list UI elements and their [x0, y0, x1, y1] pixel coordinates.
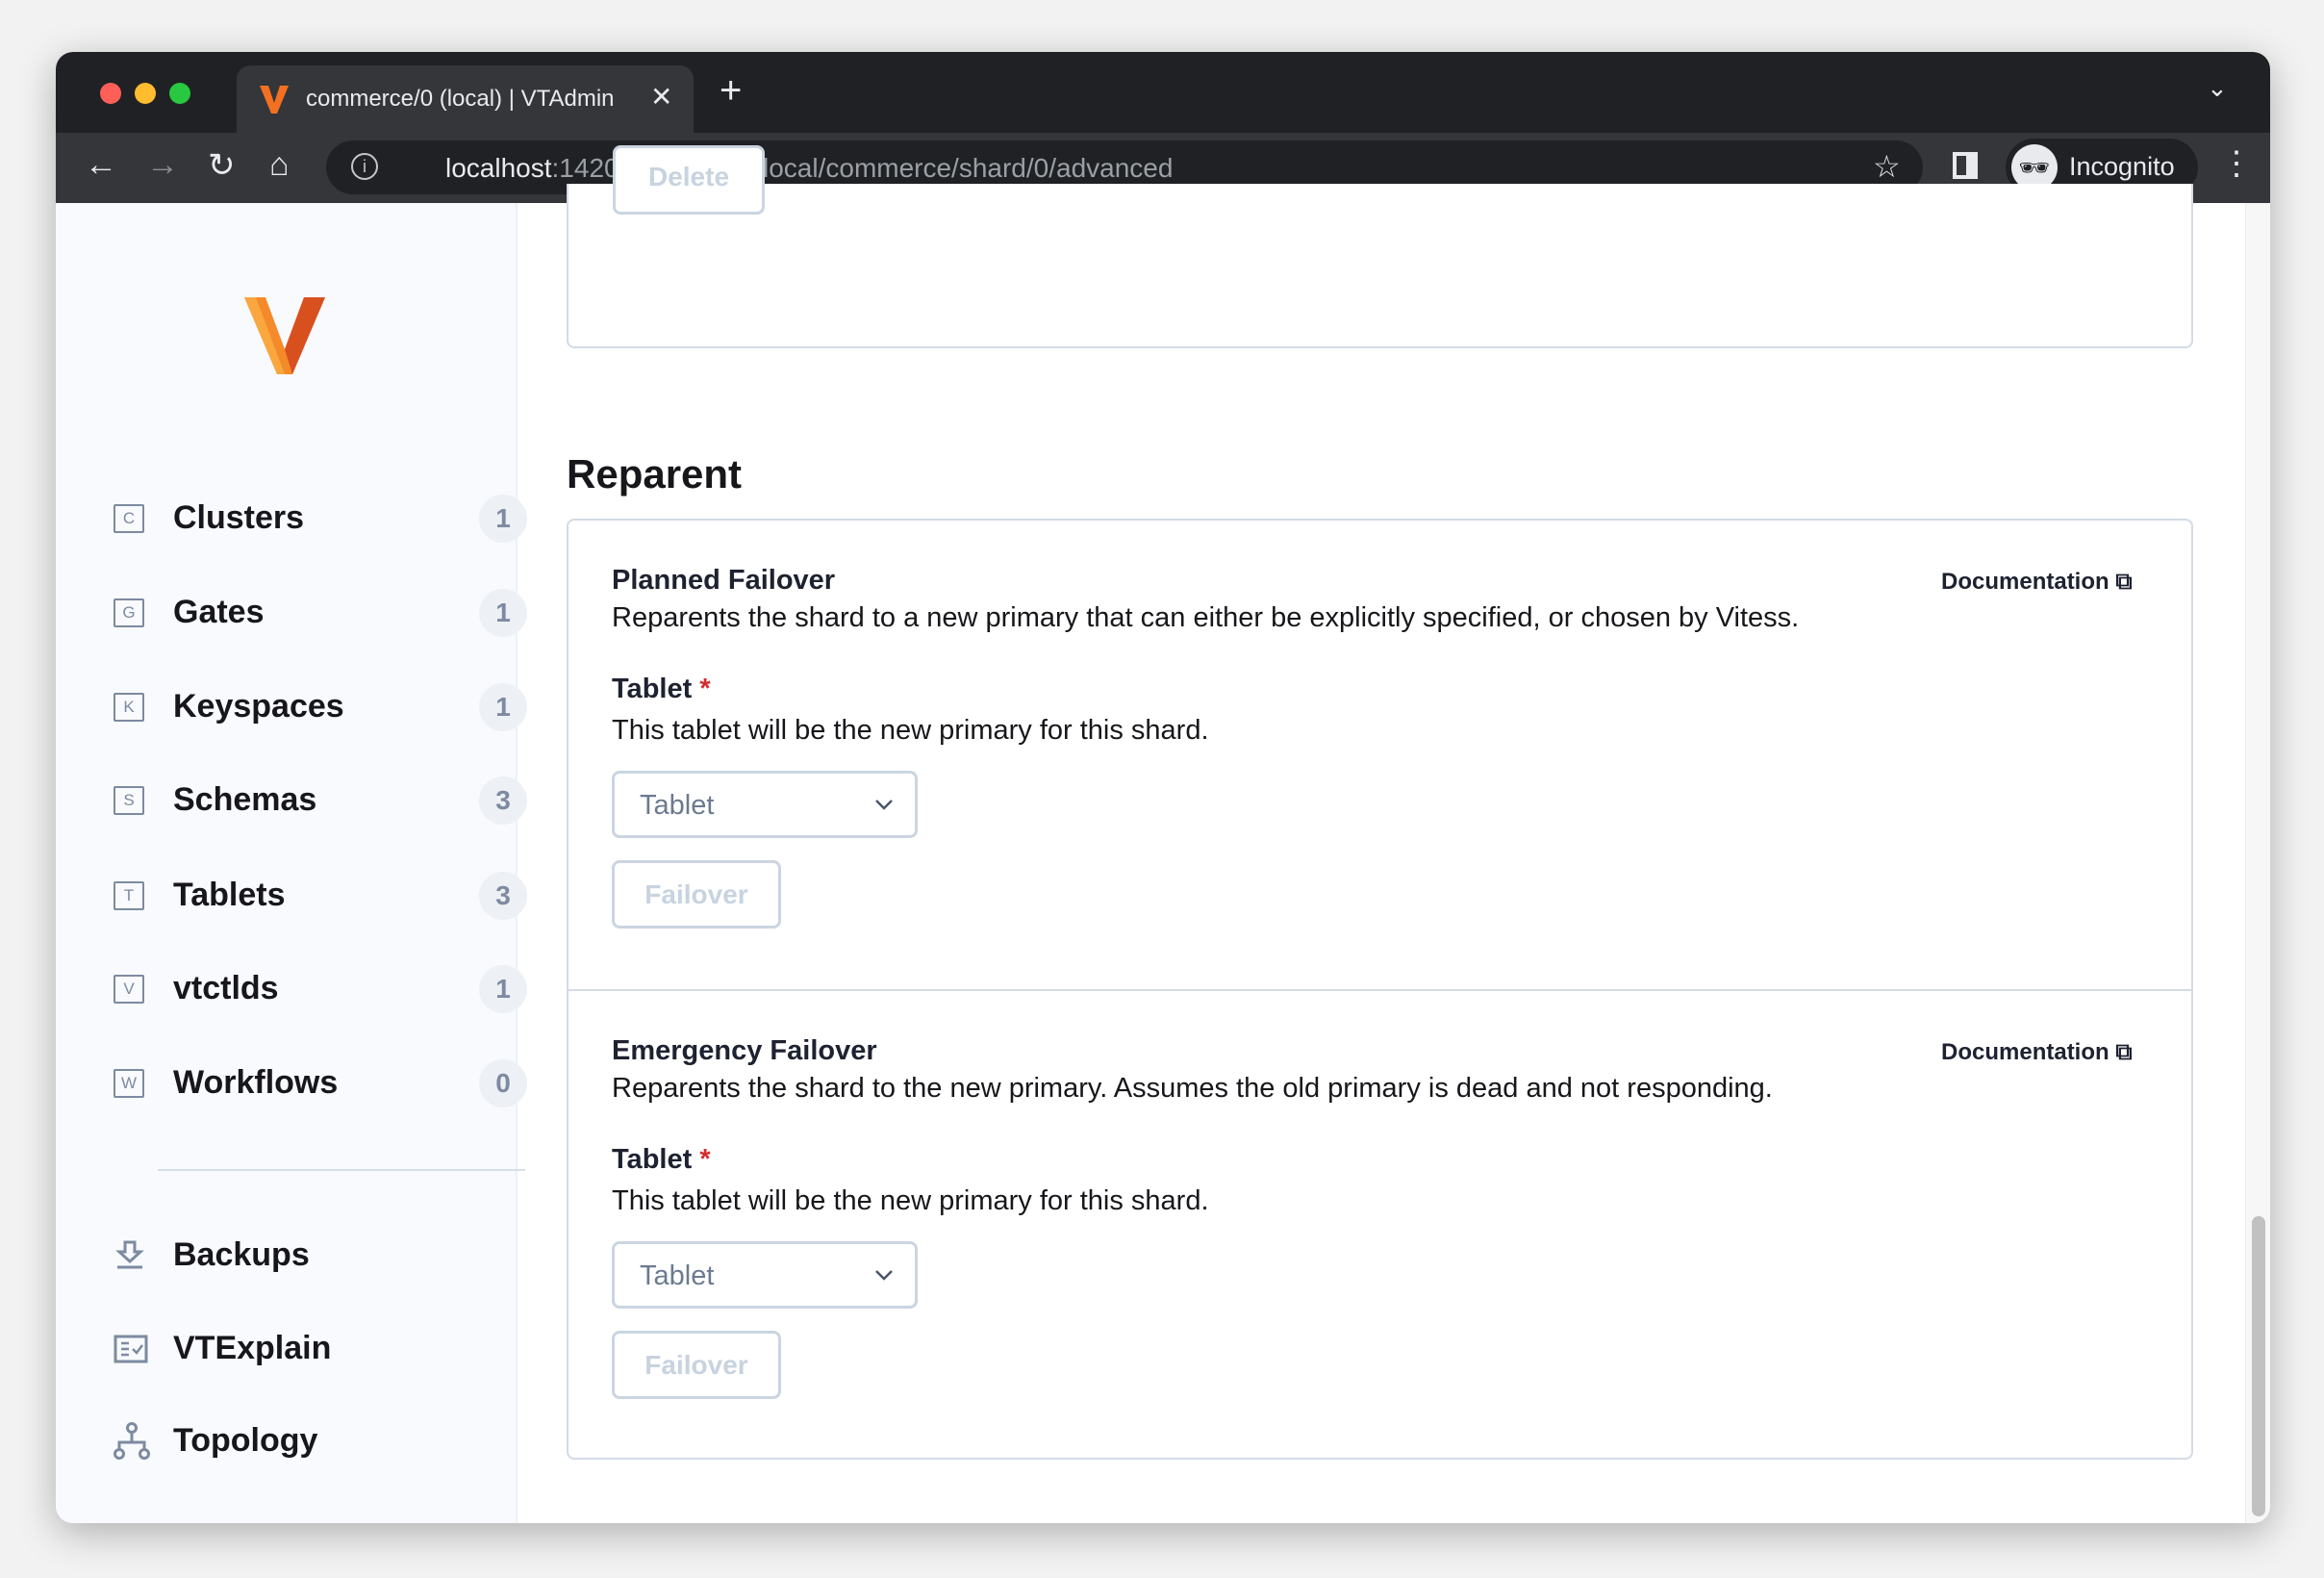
sidebar: C Clusters 1 G Gates 1 K Keyspaces 1 S S…	[56, 203, 527, 1523]
home-icon[interactable]: ⌂	[269, 146, 290, 184]
sidebar-divider	[158, 1169, 525, 1171]
tablet-field-help: This tablet will be the new primary for …	[612, 715, 1209, 746]
planned-tablet-select[interactable]: Tablet	[612, 771, 918, 838]
minimize-window-button[interactable]	[135, 83, 156, 104]
sidebar-item-label: Tablets	[173, 877, 286, 913]
url-text[interactable]: localhost:14201/keyspace/local/commerce/…	[445, 153, 1173, 184]
browser-menu-icon[interactable]: ⋮	[2220, 144, 2253, 183]
maximize-window-button[interactable]	[169, 83, 190, 104]
topology-icon	[114, 1422, 150, 1460]
emergency-tablet-select[interactable]: Tablet	[612, 1241, 918, 1309]
tab-title: commerce/0 (local) | VTAdmin	[306, 86, 615, 112]
sidebar-item-label: vtctlds	[173, 970, 279, 1006]
tab-strip: commerce/0 (local) | VTAdmin ✕ + ⌄	[56, 52, 2270, 133]
tablet-field-help: This tablet will be the new primary for …	[612, 1185, 1209, 1216]
sidebar-item-label: Workflows	[173, 1064, 339, 1101]
emergency-failover-description: Reparents the shard to the new primary. …	[612, 1073, 1773, 1104]
back-icon[interactable]: ←	[85, 146, 117, 184]
sidebar-item-vtctlds[interactable]: V vtctlds 1	[114, 960, 527, 1018]
count-badge: 3	[479, 776, 527, 825]
sidebar-item-label: Clusters	[173, 499, 305, 536]
reload-icon[interactable]: ↻	[208, 146, 236, 185]
bookmark-star-icon[interactable]: ☆	[1873, 148, 1901, 185]
select-placeholder: Tablet	[640, 790, 715, 821]
chevron-down-icon	[875, 800, 893, 810]
card-divider	[568, 989, 2191, 991]
planned-failover-title: Planned Failover	[612, 565, 836, 596]
reparent-card: Planned Failover Documentation ⧉ Reparen…	[567, 519, 2193, 1460]
tablet-field-label: Tablet *	[612, 1144, 711, 1176]
new-tab-icon[interactable]: +	[720, 71, 742, 110]
browser-window: commerce/0 (local) | VTAdmin ✕ + ⌄ ← → ↻…	[56, 52, 2270, 1523]
tablets-icon: T	[114, 881, 144, 910]
sidebar-item-label: Keyspaces	[173, 688, 344, 725]
workflows-icon: W	[114, 1069, 144, 1098]
planned-failover-button[interactable]: Failover	[612, 860, 781, 929]
tab-search-chevron-icon[interactable]: ⌄	[2207, 73, 2228, 103]
keyspaces-icon: K	[114, 693, 144, 722]
previous-card: Delete	[567, 145, 2193, 348]
vitess-favicon-icon	[260, 86, 289, 114]
sidebar-item-vtexplain[interactable]: VTExplain	[114, 1320, 527, 1378]
sidebar-item-keyspaces[interactable]: K Keyspaces 1	[114, 678, 527, 736]
scrollbar-track[interactable]	[2245, 203, 2270, 1523]
external-link-icon: ⧉	[2115, 1039, 2133, 1065]
count-badge: 0	[479, 1059, 527, 1107]
sidebar-item-gates[interactable]: G Gates 1	[114, 584, 527, 642]
select-placeholder: Tablet	[640, 1260, 715, 1291]
clusters-icon: C	[114, 504, 144, 533]
sidebar-item-label: Backups	[173, 1236, 310, 1273]
count-badge: 1	[479, 683, 527, 731]
profile-label: Incognito	[2069, 152, 2175, 181]
page-content: C Clusters 1 G Gates 1 K Keyspaces 1 S S…	[56, 145, 2270, 1523]
tab-close-icon[interactable]: ✕	[650, 81, 672, 113]
delete-button[interactable]: Delete	[613, 145, 765, 215]
planned-failover-documentation-link[interactable]: Documentation ⧉	[1941, 569, 2132, 596]
tablet-label: Tablet	[612, 1144, 693, 1175]
emergency-failover-button[interactable]: Failover	[612, 1331, 781, 1399]
sidebar-item-clusters[interactable]: C Clusters 1	[114, 490, 527, 547]
vtctlds-icon: V	[114, 975, 144, 1004]
required-asterisk: *	[699, 674, 711, 704]
planned-failover-description: Reparents the shard to a new primary tha…	[612, 602, 1800, 633]
sidebar-item-label: Gates	[173, 594, 265, 630]
sidebar-item-label: VTExplain	[173, 1330, 332, 1366]
tablet-label: Tablet	[612, 674, 693, 704]
forward-icon[interactable]: →	[146, 146, 179, 184]
sidebar-item-label: Schemas	[173, 781, 317, 818]
vitess-logo[interactable]	[244, 297, 325, 374]
documentation-label: Documentation	[1941, 569, 2109, 595]
download-icon	[115, 1240, 144, 1269]
required-asterisk: *	[699, 1144, 711, 1175]
schemas-icon: S	[114, 786, 144, 815]
delete-button-label: Delete	[647, 162, 730, 191]
count-badge: 1	[479, 589, 527, 637]
sidebar-item-schemas[interactable]: S Schemas 3	[114, 772, 527, 829]
emergency-failover-title: Emergency Failover	[612, 1035, 877, 1066]
section-title: Reparent	[567, 451, 743, 496]
close-window-button[interactable]	[100, 83, 121, 104]
scrollbar-thumb[interactable]	[2252, 1216, 2265, 1516]
tablet-field-label: Tablet *	[612, 674, 711, 705]
sidebar-item-topology[interactable]: Topology	[114, 1413, 527, 1470]
count-badge: 1	[479, 965, 527, 1013]
side-panel-icon[interactable]	[1953, 152, 1978, 179]
emergency-failover-documentation-link[interactable]: Documentation ⧉	[1941, 1039, 2132, 1066]
sidebar-item-tablets[interactable]: T Tablets 3	[114, 867, 527, 925]
chevron-down-icon	[875, 1270, 893, 1281]
count-badge: 1	[479, 495, 527, 543]
sidebar-item-label: Topology	[173, 1422, 318, 1459]
external-link-icon: ⧉	[2115, 569, 2133, 595]
gates-icon: G	[114, 598, 144, 627]
site-info-icon[interactable]: i	[351, 153, 378, 180]
sidebar-item-backups[interactable]: Backups	[114, 1227, 527, 1285]
explain-icon	[114, 1335, 148, 1363]
sidebar-item-workflows[interactable]: W Workflows 0	[114, 1055, 527, 1112]
browser-tab[interactable]: commerce/0 (local) | VTAdmin ✕	[237, 65, 694, 133]
count-badge: 3	[479, 872, 527, 920]
documentation-label: Documentation	[1941, 1039, 2109, 1065]
